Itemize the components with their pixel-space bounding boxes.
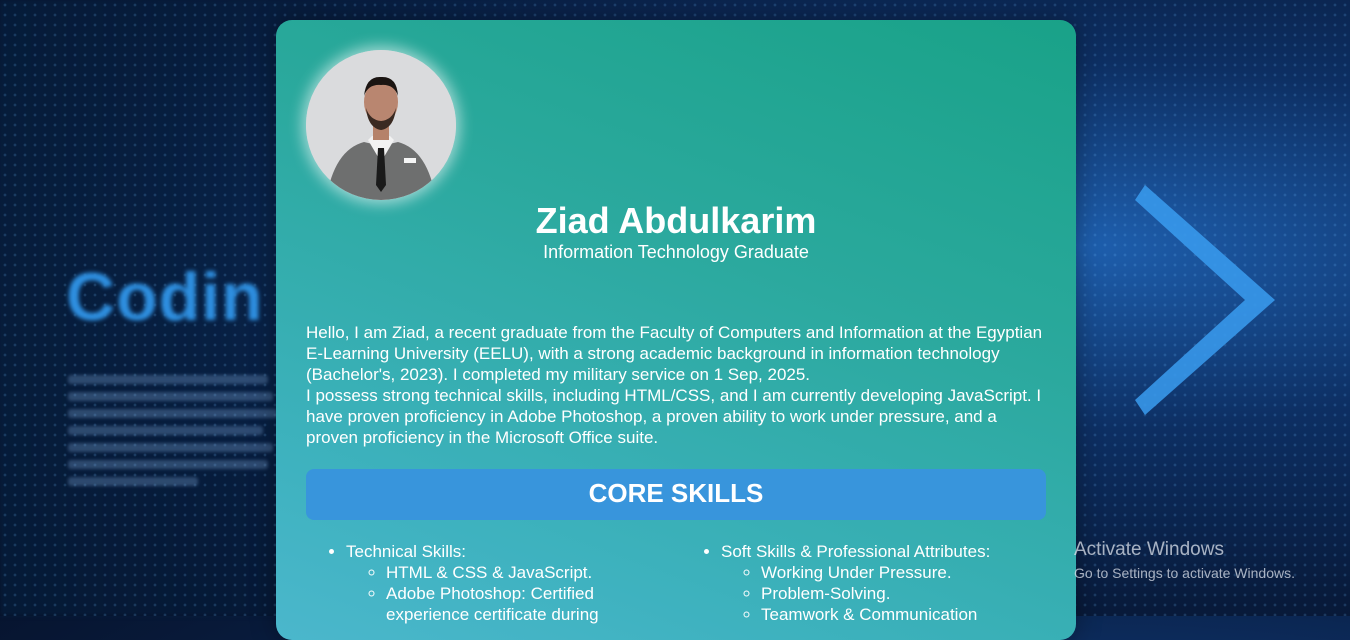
bio-paragraph-1: Hello, I am Ziad, a recent graduate from… bbox=[306, 323, 1043, 384]
technical-skills-column: Technical Skills: HTML & CSS & JavaScrip… bbox=[306, 541, 636, 625]
chevron-right-icon bbox=[1135, 185, 1275, 415]
background-blurred-text bbox=[68, 375, 278, 494]
technical-skills-label: Technical Skills: bbox=[346, 542, 466, 561]
bio-section: Hello, I am Ziad, a recent graduate from… bbox=[306, 322, 1051, 448]
background-word: Codin bbox=[66, 259, 264, 335]
core-skills-header: CORE SKILLS bbox=[306, 469, 1046, 520]
list-item: Soft Skills & Professional Attributes: W… bbox=[721, 541, 1041, 625]
watermark-subtitle: Go to Settings to activate Windows. bbox=[1074, 565, 1295, 581]
profile-photo bbox=[306, 50, 456, 200]
list-item: HTML & CSS & JavaScript. bbox=[386, 562, 636, 583]
list-item: Teamwork & Communication bbox=[761, 604, 1041, 625]
list-item: Problem-Solving. bbox=[761, 583, 1041, 604]
list-item: Technical Skills: HTML & CSS & JavaScrip… bbox=[346, 541, 636, 625]
list-item: Working Under Pressure. bbox=[761, 562, 1041, 583]
profile-title: Information Technology Graduate bbox=[543, 242, 809, 262]
list-item: Adobe Photoshop: Certified experience ce… bbox=[386, 583, 636, 625]
profile-card: Ziad Abdulkarim Information Technology G… bbox=[276, 20, 1076, 640]
activate-windows-watermark: Activate Windows Go to Settings to activ… bbox=[1074, 539, 1295, 581]
bio-paragraph-2: I possess strong technical skills, inclu… bbox=[306, 386, 1042, 447]
soft-skills-column: Soft Skills & Professional Attributes: W… bbox=[681, 541, 1041, 625]
soft-skills-label: Soft Skills & Professional Attributes: bbox=[721, 542, 991, 561]
avatar bbox=[306, 50, 456, 200]
profile-name: Ziad Abdulkarim bbox=[535, 200, 817, 241]
watermark-title: Activate Windows bbox=[1074, 539, 1224, 560]
